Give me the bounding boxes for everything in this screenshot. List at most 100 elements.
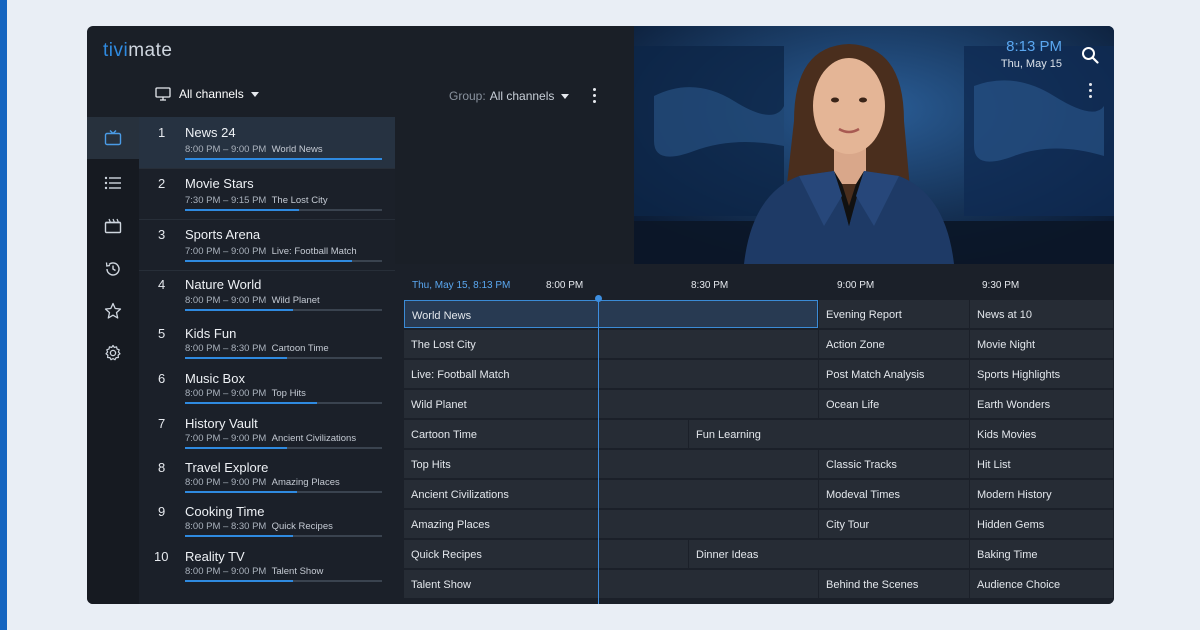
channel-name: Reality TV [185,549,245,564]
epg-program-cell[interactable]: Top Hits [404,450,819,478]
tv-icon [104,130,122,146]
epg-program-cell[interactable]: The Lost City [404,330,819,358]
group-dropdown[interactable]: Group: All channels [449,89,570,103]
epg-row: Quick Recipes Dinner Ideas Baking Time [404,540,1114,569]
channel-list: 1 News 24 8:00 PM – 9:00 PM World News 2… [139,117,395,604]
epg-program-cell[interactable]: City Tour [819,510,970,538]
gear-icon [105,344,121,361]
monitor-icon [155,87,171,101]
epg-program-cell[interactable]: World News [404,300,818,328]
channel-number: 9 [158,504,166,519]
epg-program-cell[interactable]: News at 10 [970,300,1114,328]
epg-program-cell[interactable]: Sports Highlights [970,360,1114,388]
sidebar-item-history[interactable] [87,248,139,290]
channel-row[interactable]: 6 Music Box 8:00 PM – 9:00 PM Top Hits [139,365,395,409]
channel-number: 4 [158,277,166,292]
channel-name: Nature World [185,277,262,292]
channel-number: 5 [158,326,166,341]
more-options-icon[interactable] [1089,83,1093,101]
channel-row[interactable]: 8 Travel Explore 8:00 PM – 9:00 PM Amazi… [139,455,395,499]
epg-program-cell[interactable]: Hidden Gems [970,510,1114,538]
star-icon [104,302,122,319]
epg-program-cell[interactable]: Modeval Times [819,480,970,508]
epg-program-cell[interactable]: Behind the Scenes [819,570,970,598]
epg-program-cell[interactable]: Evening Report [819,300,970,328]
channel-row[interactable]: 3 Sports Arena 7:00 PM – 9:00 PM Live: F… [139,220,395,270]
current-time-marker [595,295,602,302]
more-options-icon[interactable] [593,88,597,106]
channel-program-info: 7:00 PM – 9:00 PM Ancient Civilizations [185,433,357,444]
epg-program-cell[interactable]: Kids Movies [970,420,1114,448]
channel-program-info: 8:00 PM – 9:00 PM World News [185,144,323,155]
epg-program-cell[interactable]: Dinner Ideas [689,540,970,568]
channel-row[interactable]: 2 Movie Stars 7:30 PM – 9:15 PM The Lost… [139,169,395,219]
channel-name: Kids Fun [185,326,237,341]
epg-program-cell[interactable]: Post Match Analysis [819,360,970,388]
epg-row: World News Evening Report News at 10 [404,300,1114,329]
epg-program-cell[interactable]: Audience Choice [970,570,1114,598]
channel-row[interactable]: 7 History Vault 7:00 PM – 9:00 PM Ancien… [139,410,395,454]
epg-row: Top Hits Classic Tracks Hit List [404,450,1114,479]
left-accent-edge [0,0,7,630]
group-value: All channels [489,89,555,103]
history-icon [105,262,120,276]
epg-time-slot: 9:00 PM [837,280,875,291]
epg-program-cell[interactable]: Earth Wonders [970,390,1114,418]
epg-program-cell[interactable]: Talent Show [404,570,819,598]
channel-name: Movie Stars [185,176,254,191]
epg-program-cell[interactable]: Fun Learning [689,420,970,448]
sidebar-item-settings[interactable] [87,332,139,374]
channel-progress-bar [185,357,382,359]
epg-program-cell[interactable]: Movie Night [970,330,1114,358]
epg-time-slot: 8:30 PM [691,280,729,291]
channel-row[interactable]: 1 News 24 8:00 PM – 9:00 PM World News [139,117,395,168]
clapperboard-icon [104,218,122,234]
epg-program-cell[interactable]: Quick Recipes [404,540,689,568]
epg-program-cell[interactable]: Action Zone [819,330,970,358]
clock: 8:13 PM Thu, May 15 [1001,38,1062,70]
channel-row[interactable]: 5 Kids Fun 8:00 PM – 8:30 PM Cartoon Tim… [139,320,395,364]
search-icon[interactable] [1081,46,1099,64]
channel-number: 7 [158,416,166,431]
list-icon [104,176,121,190]
channel-name: Cooking Time [185,504,265,519]
app-logo: tivimate [103,40,173,61]
epg-time-slot: 9:30 PM [982,280,1020,291]
epg-row: Live: Football Match Post Match Analysis… [404,360,1114,389]
epg-timebar: Thu, May 15, 8:13 PM 8:00 PM 8:30 PM 9:0… [395,264,1114,300]
channel-number: 10 [154,549,169,564]
channel-filter-dropdown[interactable]: All channels [155,87,259,101]
channel-program-info: 8:00 PM – 8:30 PM Quick Recipes [185,521,333,532]
sidebar-item-list[interactable] [87,162,139,204]
channel-filter-label: All channels [179,87,244,101]
sidebar-nav [87,117,139,604]
channel-progress-bar [185,260,382,262]
epg-row: Wild Planet Ocean Life Earth Wonders [404,390,1114,419]
epg-program-cell[interactable]: Ancient Civilizations [404,480,819,508]
sidebar-item-tv[interactable] [87,117,139,159]
channel-progress-bar [185,535,382,537]
sidebar-item-movies[interactable] [87,205,139,247]
epg-program-cell[interactable]: Classic Tracks [819,450,970,478]
epg-time-slot: 8:00 PM [546,280,584,291]
clock-time: 8:13 PM [1006,38,1062,55]
channel-number: 8 [158,460,166,475]
channel-program-info: 7:30 PM – 9:15 PM The Lost City [185,195,328,206]
epg-program-cell[interactable]: Modern History [970,480,1114,508]
channel-row[interactable]: 9 Cooking Time 8:00 PM – 8:30 PM Quick R… [139,500,395,544]
epg-row: The Lost City Action Zone Movie Night [404,330,1114,359]
channel-row[interactable]: 4 Nature World 8:00 PM – 9:00 PM Wild Pl… [139,271,395,319]
channel-row[interactable]: 10 Reality TV 8:00 PM – 9:00 PM Talent S… [139,545,395,589]
sidebar-item-favorites[interactable] [87,290,139,332]
epg-program-cell[interactable]: Cartoon Time [404,420,689,448]
channel-number: 1 [158,125,166,140]
epg-program-cell[interactable]: Wild Planet [404,390,819,418]
epg-program-cell[interactable]: Baking Time [970,540,1114,568]
epg-program-cell[interactable]: Live: Football Match [404,360,819,388]
epg-program-cell[interactable]: Hit List [970,450,1114,478]
channel-number: 6 [158,371,166,386]
epg-program-cell[interactable]: Ocean Life [819,390,970,418]
epg-program-cell[interactable]: Amazing Places [404,510,819,538]
divider [139,270,395,271]
tivimate-window: tivimate All channels Group: All channel… [87,26,1114,604]
